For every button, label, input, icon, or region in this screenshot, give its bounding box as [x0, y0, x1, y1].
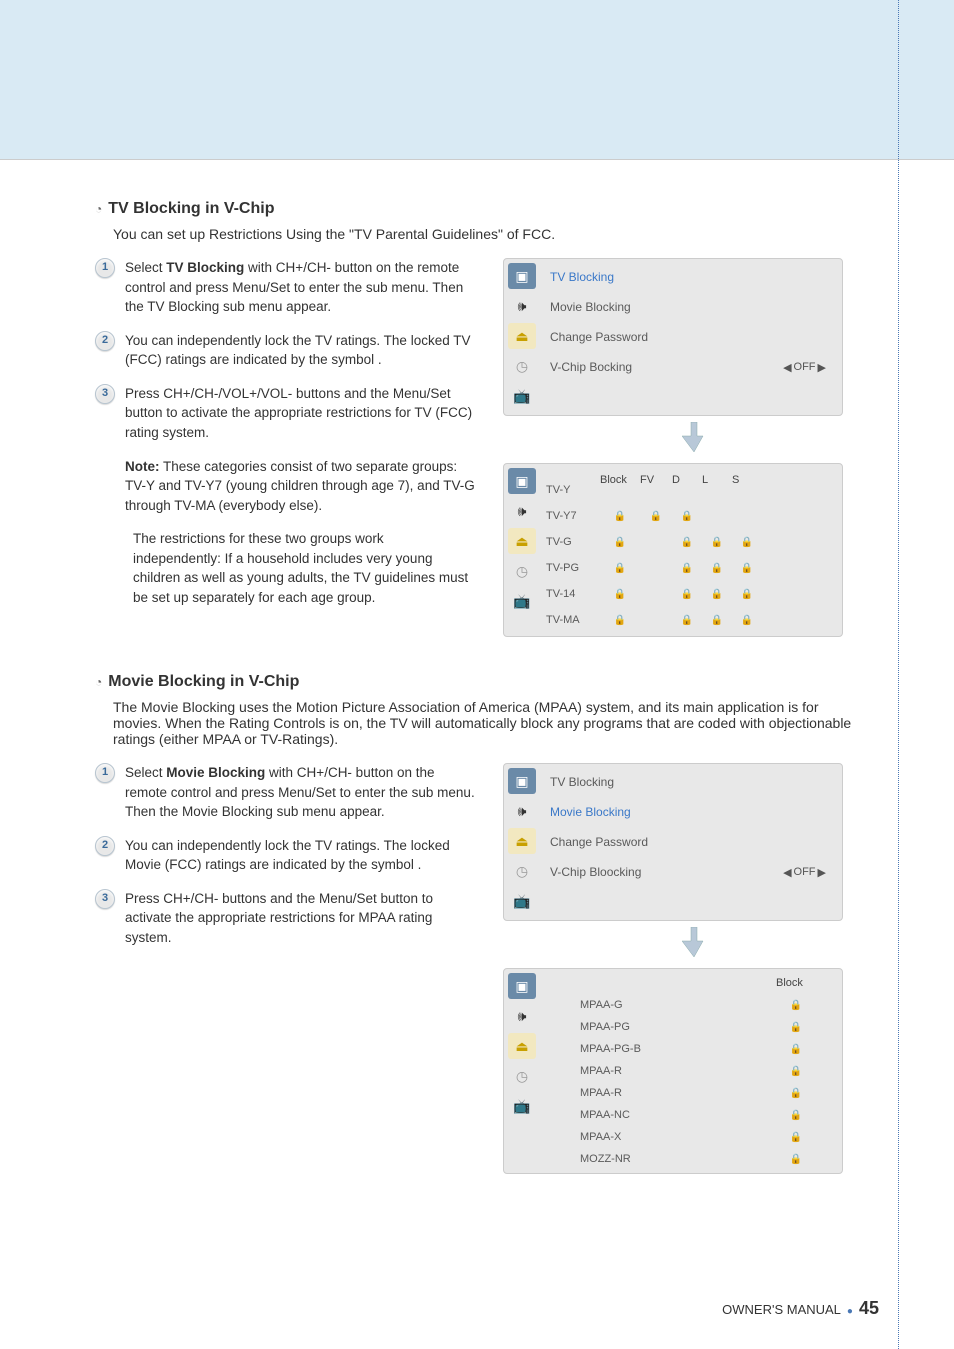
sound-icon: 🕪	[508, 1003, 536, 1029]
mpaa-row-g[interactable]: MPAA-G🔒	[544, 995, 832, 1015]
grid-row-tvy7[interactable]: TV-Y7🔒🔒🔒	[544, 504, 832, 528]
step3-text: Press CH+/CH-/VOL+/VOL- buttons and the …	[125, 384, 475, 443]
down-arrow-icon	[503, 422, 884, 457]
sound-icon: 🕪	[508, 798, 536, 824]
osd-panel-tv-menu: ▣ 🕪 ⏏ ◷ 📺 TV Blocking Movie Blocking Cha…	[503, 258, 843, 416]
clock-icon: ◷	[508, 558, 536, 584]
osd-row-tv-blocking[interactable]: TV Blocking	[544, 263, 832, 291]
bullet-arrow-icon: ◔	[95, 675, 102, 689]
mpaa-row-pgb[interactable]: MPAA-PG-B🔒	[544, 1039, 832, 1059]
step-badge-3: 3	[95, 889, 115, 909]
s2-step1-text-b: Movie Blocking	[166, 765, 265, 780]
sound-icon: 🕪	[508, 293, 536, 319]
section-title-text: TV Blocking in V-Chip	[108, 200, 274, 218]
mpaa-row-x[interactable]: MPAA-X🔒	[544, 1127, 832, 1147]
mpaa-row-r1[interactable]: MPAA-R🔒	[544, 1061, 832, 1081]
section-movie-blocking-title: ◔ Movie Blocking in V-Chip	[95, 673, 884, 691]
step-badge-3: 3	[95, 384, 115, 404]
step-badge-1: 1	[95, 258, 115, 278]
section1-note: Note: These categories consist of two se…	[125, 457, 475, 516]
sound-icon: 🕪	[508, 498, 536, 524]
mpaa-row-r2[interactable]: MPAA-R🔒	[544, 1083, 832, 1103]
section-tv-blocking-title: ◔ TV Blocking in V-Chip	[95, 200, 884, 218]
note-p1: These categories consist of two separate…	[125, 459, 475, 513]
disc-icon: ⏏	[508, 1033, 536, 1059]
picture-icon: ▣	[508, 468, 536, 494]
tv-icon: 📺	[508, 383, 536, 409]
step-badge-1: 1	[95, 763, 115, 783]
disc-icon: ⏏	[508, 323, 536, 349]
osd-row-change-password[interactable]: Change Password	[544, 323, 832, 351]
section1-intro: You can set up Restrictions Using the "T…	[113, 226, 884, 242]
disc-icon: ⏏	[508, 528, 536, 554]
footer-dot-icon: ●	[847, 1306, 853, 1317]
osd-row-change-password[interactable]: Change Password	[544, 828, 832, 856]
osd-panel-movie-menu: ▣ 🕪 ⏏ ◷ 📺 TV Blocking Movie Blocking Cha…	[503, 763, 843, 921]
tv-icon: 📺	[508, 1093, 536, 1119]
grid-row-tvma[interactable]: TV-MA🔒🔒🔒🔒	[544, 608, 832, 632]
s2-step1-text-a: Select	[125, 765, 166, 780]
page-footer: OWNER'S MANUAL ● 45	[722, 1298, 879, 1319]
s2-step3-text: Press CH+/CH- buttons and the Menu/Set b…	[125, 889, 475, 948]
side-dotted-rule	[898, 0, 899, 1349]
osd-row-empty	[544, 888, 832, 916]
mpaa-header: Block	[544, 973, 832, 993]
osd-row-vchip-blocking[interactable]: V-Chip Bocking ◀ OFF ▶	[544, 353, 832, 381]
grid-row-tvy[interactable]: TV-Y	[544, 478, 832, 502]
osd-row-tv-blocking[interactable]: TV Blocking	[544, 768, 832, 796]
off-indicator: ◀ OFF ▶	[783, 361, 826, 374]
bullet-arrow-icon: ◔	[95, 202, 102, 216]
mpaa-row-pg[interactable]: MPAA-PG🔒	[544, 1017, 832, 1037]
picture-icon: ▣	[508, 768, 536, 794]
mpaa-row-nr[interactable]: MOZZ-NR🔒	[544, 1149, 832, 1169]
clock-icon: ◷	[508, 1063, 536, 1089]
section-title-text: Movie Blocking in V-Chip	[108, 673, 299, 691]
picture-icon: ▣	[508, 263, 536, 289]
clock-icon: ◷	[508, 858, 536, 884]
grid-row-tvg[interactable]: TV-G🔒🔒🔒🔒	[544, 530, 832, 554]
tv-icon: 📺	[508, 588, 536, 614]
grid-row-tv14[interactable]: TV-14🔒🔒🔒🔒	[544, 582, 832, 606]
disc-icon: ⏏	[508, 828, 536, 854]
footer-label: OWNER'S MANUAL	[722, 1302, 841, 1317]
step-badge-2: 2	[95, 836, 115, 856]
section2-step-1: 1 Select Movie Blocking with CH+/CH- but…	[95, 763, 475, 822]
header-band	[0, 0, 954, 160]
picture-icon: ▣	[508, 973, 536, 999]
osd-panel-mpaa-grid: ▣ 🕪 ⏏ ◷ 📺 Block MPAA-G🔒 MPAA-PG🔒 MPAA-PG…	[503, 968, 843, 1174]
osd-row-vchip-blocking[interactable]: V-Chip Bloocking ◀ OFF ▶	[544, 858, 832, 886]
footer-page-number: 45	[859, 1298, 879, 1319]
step1-text-b: TV Blocking	[166, 260, 244, 275]
down-arrow-icon	[503, 927, 884, 962]
section2-step-3: 3 Press CH+/CH- buttons and the Menu/Set…	[95, 889, 475, 948]
section1-step-1: 1 Select TV Blocking with CH+/CH- button…	[95, 258, 475, 317]
section1-step-3: 3 Press CH+/CH-/VOL+/VOL- buttons and th…	[95, 384, 475, 443]
mpaa-row-nc[interactable]: MPAA-NC🔒	[544, 1105, 832, 1125]
osd-row-movie-blocking[interactable]: Movie Blocking	[544, 293, 832, 321]
osd-row-empty	[544, 383, 832, 411]
grid-row-tvpg[interactable]: TV-PG🔒🔒🔒🔒	[544, 556, 832, 580]
off-indicator: ◀ OFF ▶	[783, 866, 826, 879]
osd-panel-tv-grid: ▣ 🕪 ⏏ ◷ 📺 Block FV D L S	[503, 463, 843, 637]
section1-step-2: 2 You can independently lock the TV rati…	[95, 331, 475, 370]
section1-note-p2: The restrictions for these two groups wo…	[133, 529, 475, 607]
step-badge-2: 2	[95, 331, 115, 351]
step2-text: You can independently lock the TV rating…	[125, 331, 475, 370]
section2-step-2: 2 You can independently lock the TV rati…	[95, 836, 475, 875]
s2-step2-text: You can independently lock the TV rating…	[125, 836, 475, 875]
clock-icon: ◷	[508, 353, 536, 379]
step1-text-a: Select	[125, 260, 166, 275]
section2-intro: The Movie Blocking uses the Motion Pictu…	[113, 699, 853, 747]
note-label: Note:	[125, 459, 160, 474]
tv-icon: 📺	[508, 888, 536, 914]
osd-row-movie-blocking[interactable]: Movie Blocking	[544, 798, 832, 826]
